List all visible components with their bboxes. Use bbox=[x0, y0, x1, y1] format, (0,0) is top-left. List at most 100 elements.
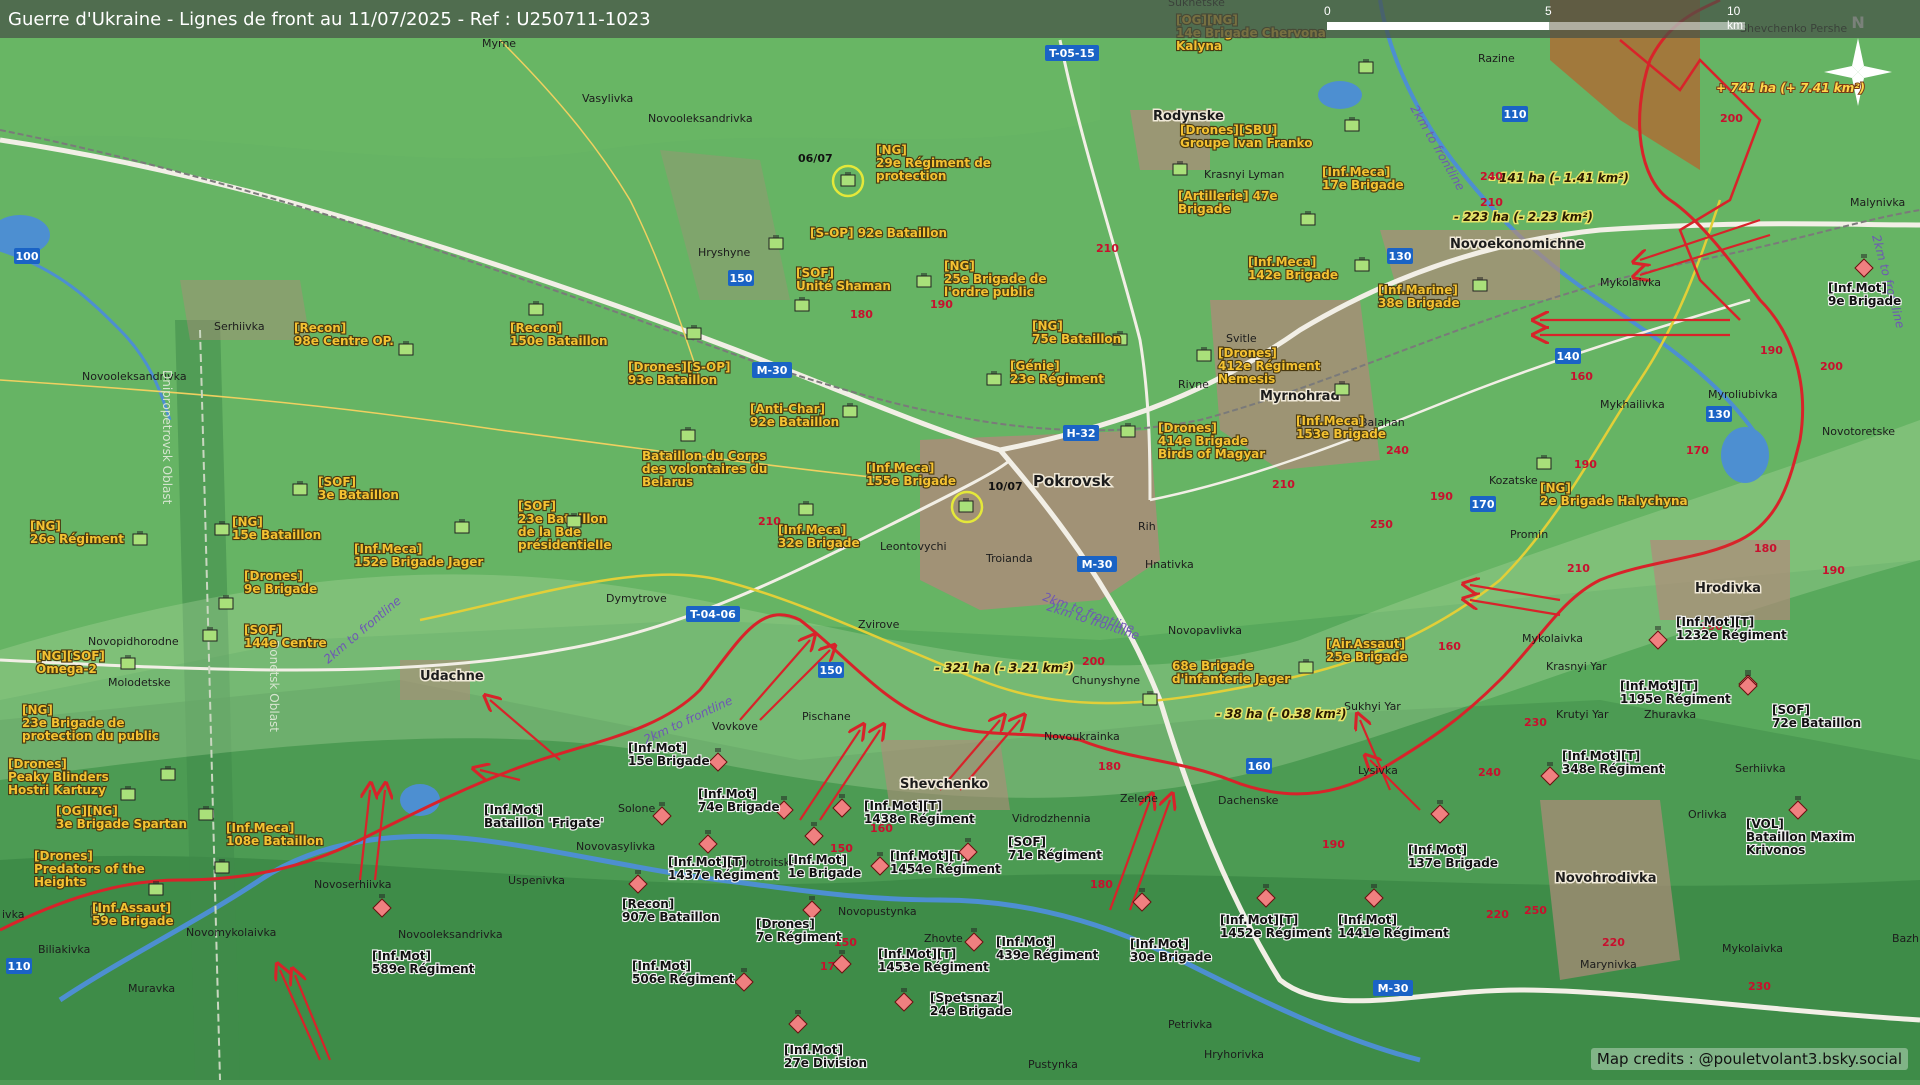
town-uspenivka: Uspenivka bbox=[508, 874, 565, 887]
lake-northeast bbox=[1318, 81, 1362, 109]
unit-label-u19-l1: [Inf.Meca] bbox=[1296, 414, 1364, 428]
scale-tick-5: 5 bbox=[1545, 4, 1552, 18]
map-canvas[interactable]: N PokrovskMyrnohradRodynskeNovoekonomich… bbox=[0, 0, 1920, 1080]
scale-bar: 0 5 10 km bbox=[1327, 22, 1745, 32]
map-area[interactable]: N PokrovskMyrnohradRodynskeNovoekonomich… bbox=[0, 0, 1920, 1080]
enemy-label-r15-l1: [Inf.Mot] bbox=[1408, 843, 1467, 857]
town-rih: Rih bbox=[1138, 520, 1156, 533]
area-change-a5: - 38 ha (- 0.38 km²) bbox=[1216, 707, 1347, 721]
town-novotoretske: Novotoretske bbox=[1822, 425, 1895, 438]
town-vidrodzhennia: Vidrodzhennia bbox=[1012, 812, 1091, 825]
elevation-e2: 190 bbox=[930, 298, 953, 311]
enemy-label-r14-l1: [SOF] bbox=[1008, 835, 1046, 849]
town-novopidhorodne: Novopidhorodne bbox=[88, 635, 179, 648]
elevation-e11: 240 bbox=[1386, 444, 1409, 457]
unit-label-u14-l1: [Drones] bbox=[1218, 346, 1277, 360]
unit-label-u28-l1: [NG] bbox=[1540, 481, 1571, 495]
town-novovasylivka: Novovasylivka bbox=[576, 840, 655, 853]
enemy-label-r06-l2: Bataillon Maxim bbox=[1746, 830, 1855, 844]
unit-label-u33-l2: d'infanterie Jager bbox=[1172, 672, 1290, 686]
unit-label-u22-l1: [SOF] bbox=[318, 475, 356, 489]
enemy-label-r11-l1: [Inf.Mot][T] bbox=[668, 855, 746, 869]
unit-label-u04-l2: 17e Brigade bbox=[1322, 178, 1404, 192]
enemy-label-r05-l2: 348e Régiment bbox=[1562, 762, 1665, 776]
town-myroliubivka: Myroliubivka bbox=[1708, 388, 1778, 401]
enemy-label-r02-l2: 1232e Régiment bbox=[1676, 628, 1787, 642]
town-rivne: Rivne bbox=[1178, 378, 1209, 391]
elevation-e12: 250 bbox=[1370, 518, 1393, 531]
road-shield-t0515: T-05-15 bbox=[1045, 45, 1099, 61]
town-udachne: Udachne bbox=[420, 669, 484, 684]
elevation-e23: 220 bbox=[1602, 936, 1625, 949]
unit-label-u03-l1: [NG] bbox=[876, 143, 907, 157]
road-shield-label: T-05-15 bbox=[1049, 47, 1095, 60]
enemy-label-r15-l2: 137e Brigade bbox=[1408, 856, 1498, 870]
unit-label-u05-l1: [Artillerie] 47e bbox=[1178, 189, 1278, 203]
road-shield-r1130: 130 bbox=[1706, 406, 1732, 422]
town-biliakivka: Biliakivka bbox=[38, 943, 90, 956]
unit-label-u28-l2: 2e Brigade Halychyna bbox=[1540, 494, 1688, 508]
unit-label-u27-l1: [Inf.Meca] bbox=[354, 542, 422, 556]
town-hryshyne: Hryshyne bbox=[698, 246, 750, 259]
town-novopavlivka: Novopavlivka bbox=[1168, 624, 1242, 637]
elevation-e32: 180 bbox=[1754, 542, 1777, 555]
area-change-a3: - 223 ha (- 2.23 km²) bbox=[1454, 210, 1593, 224]
unit-label-u07-l1: [SOF] bbox=[796, 266, 834, 280]
road-shield-label: 160 bbox=[1248, 760, 1271, 773]
enemy-label-r24-l2: 506e Régiment bbox=[632, 972, 735, 986]
elevation-e33: 160 bbox=[1570, 370, 1593, 383]
unit-label-u26-l2: 15e Bataillon bbox=[232, 528, 321, 542]
road-shield-label: 130 bbox=[1389, 250, 1412, 263]
enemy-label-r12-l1: [Inf.Mot] bbox=[788, 853, 847, 867]
enemy-label-r25-l1: [Spetsnaz] bbox=[930, 991, 1003, 1005]
road-shield-label: M-30 bbox=[1378, 982, 1409, 995]
enemy-label-r18-l1: [Inf.Mot] bbox=[372, 949, 431, 963]
town-petrivka: Petrivka bbox=[1168, 1018, 1212, 1031]
unit-label-u08-l1: [NG] bbox=[944, 259, 975, 273]
unit-label-u14-l3: Nemesis bbox=[1218, 372, 1275, 386]
enemy-label-r13-l1: [Inf.Mot][T] bbox=[890, 849, 968, 863]
unit-label-u08-l2: 25e Brigade de bbox=[944, 272, 1047, 286]
road-shield-label: M-30 bbox=[757, 364, 788, 377]
town-mykolaivka2: Mykolaivka bbox=[1522, 632, 1583, 645]
town-vovkove: Vovkove bbox=[712, 720, 758, 733]
elevation-e8: 190 bbox=[1760, 344, 1783, 357]
road-shield-r130: 130 bbox=[1387, 248, 1413, 264]
town-hnativka: Hnativka bbox=[1145, 558, 1194, 571]
town-orlivka: Orlivka bbox=[1688, 808, 1727, 821]
unit-label-u09-l1: [Inf.Meca] bbox=[1248, 255, 1316, 269]
town-muravka: Muravka bbox=[128, 982, 175, 995]
road-shield-label: 150 bbox=[820, 664, 843, 677]
road-shield-label: H-32 bbox=[1066, 427, 1095, 440]
unit-label-u22-l2: 3e Bataillon bbox=[318, 488, 399, 502]
town-mykhailivka: Mykhailivka bbox=[1600, 398, 1665, 411]
town-sukhyi_yar: Sukhyi Yar bbox=[1344, 700, 1401, 713]
enemy-label-r14-l2: 71e Régiment bbox=[1008, 848, 1102, 862]
town-rodynske: Rodynske bbox=[1153, 109, 1224, 124]
enemy-label-r17-l1: [Drones] bbox=[756, 917, 815, 931]
road-shield-label: T-04-06 bbox=[690, 608, 736, 621]
town-krutyi_yar: Krutyi Yar bbox=[1556, 708, 1609, 721]
town-novomykolaivka: Novomykolaivka bbox=[186, 926, 276, 939]
elevation-e31: 200 bbox=[1820, 360, 1843, 373]
unit-label-u18-l1: [Drones] bbox=[1158, 421, 1217, 435]
unit-label-u29-l1: [Drones] bbox=[244, 569, 303, 583]
unit-label-u38-l2: Predators of the bbox=[34, 862, 145, 876]
town-zvirove: Zvirove bbox=[858, 618, 900, 631]
enemy-label-r04-l2: 72e Bataillon bbox=[1772, 716, 1861, 730]
town-solone: Solone bbox=[618, 802, 655, 815]
enemy-label-r06-l1: [VOL] bbox=[1746, 817, 1784, 831]
town-novohrodivka-area bbox=[1540, 800, 1680, 980]
unit-label-u31-l2: Omega-2 bbox=[36, 662, 97, 676]
enemy-label-r24-l1: [Inf.Mot] bbox=[632, 959, 691, 973]
town-bazh: Bazh bbox=[1892, 932, 1919, 945]
town-novooleksandrivka1: Novooleksandrivka bbox=[648, 112, 753, 125]
unit-label-u39-l2: 59e Brigade bbox=[92, 914, 174, 928]
enemy-label-r11-l2: 1437e Régiment bbox=[668, 868, 779, 882]
unit-label-u13-l1: [NG] bbox=[1032, 319, 1063, 333]
town-zhovte: Zhovte bbox=[924, 932, 963, 945]
enemy-label-r21-l2: 1441e Régiment bbox=[1338, 926, 1449, 940]
unit-label-u34-l2: 23e Brigade de bbox=[22, 716, 125, 730]
unit-label-u12-l1: [Recon] bbox=[510, 321, 562, 335]
road-shield-r170: 170 bbox=[1470, 496, 1496, 512]
